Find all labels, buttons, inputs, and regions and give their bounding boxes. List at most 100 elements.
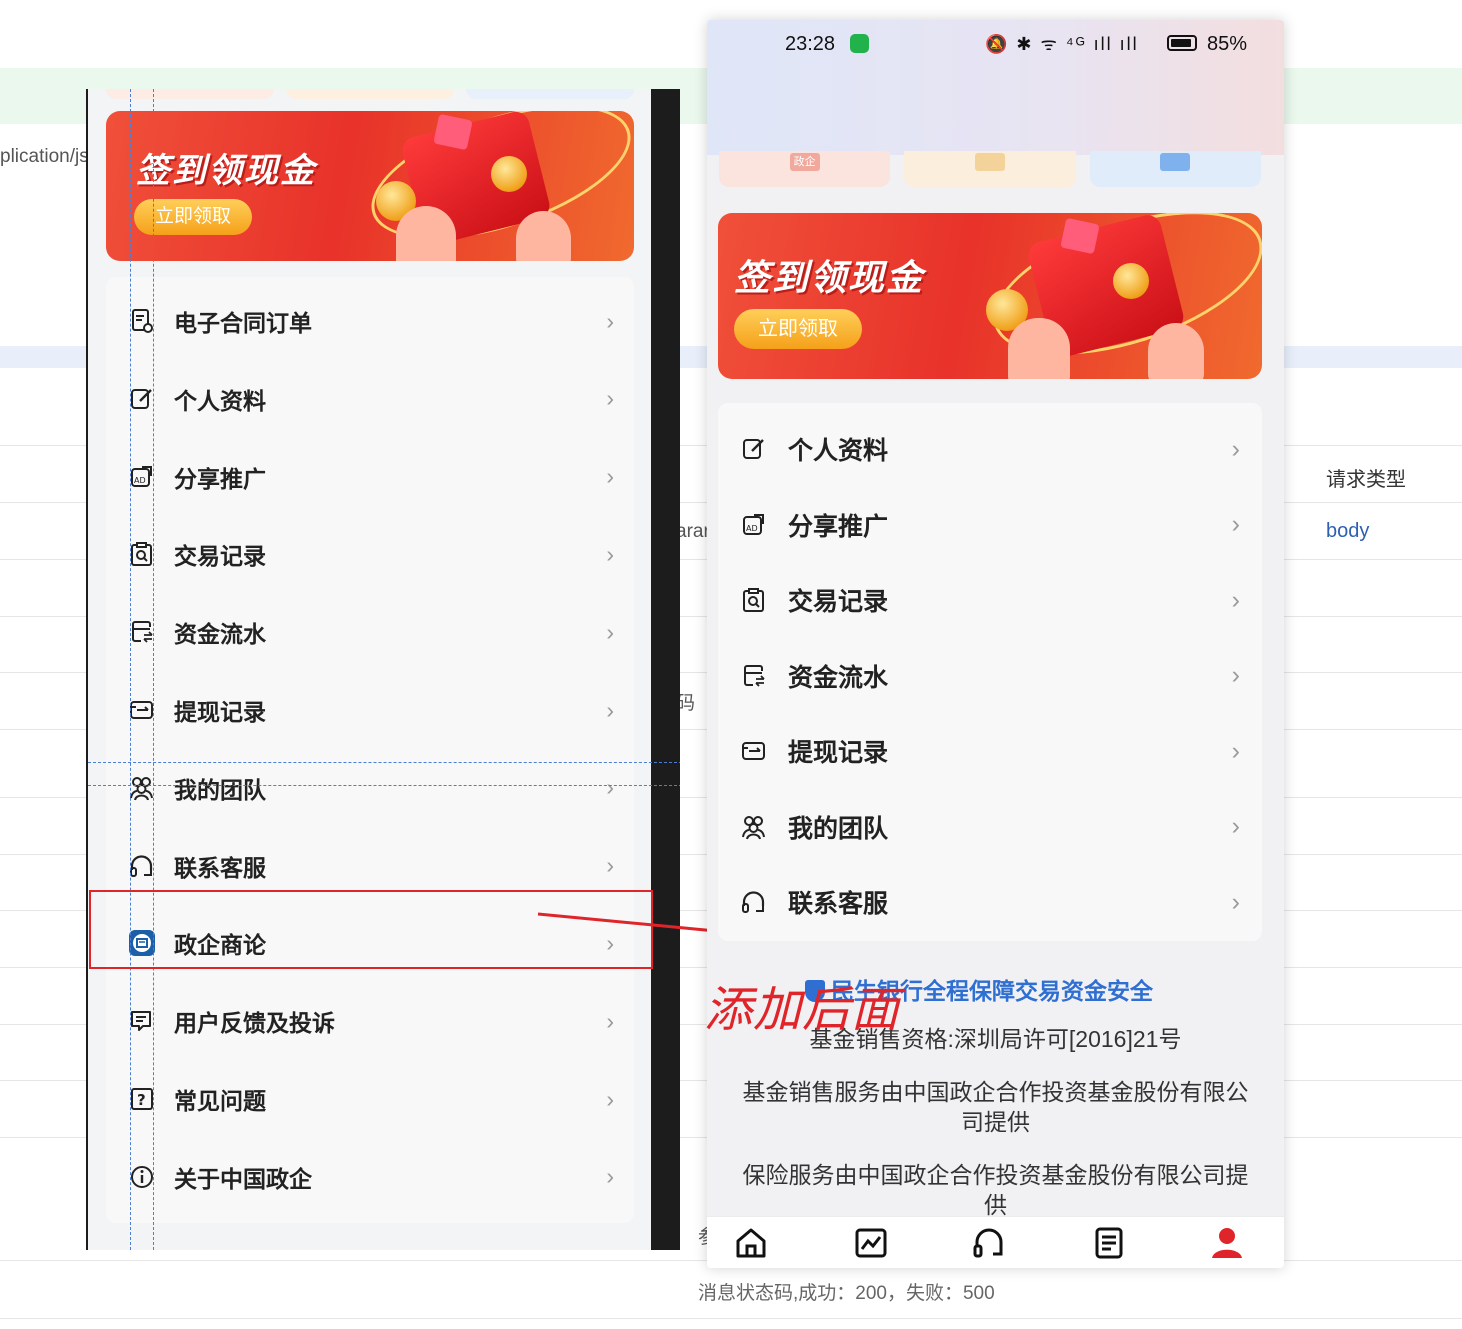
- menu-item[interactable]: 联系客服 ›: [718, 870, 1262, 934]
- menu-card: 个人资料 › AD 分享推广 › 交易记录 › 资金流水 › 提现记录 › 我的团队 › 联系客服 ›: [718, 403, 1262, 941]
- menu-item-label: 分享推广: [788, 512, 889, 541]
- menu-item-label: 我的团队: [788, 814, 889, 843]
- menu-item[interactable]: AD 分享推广 ›: [718, 493, 1262, 557]
- chevron-right-icon: ›: [1231, 510, 1240, 538]
- menu-item-label: 分享推广: [174, 465, 266, 492]
- menu-item-label: 我的团队: [174, 776, 266, 803]
- menu-item[interactable]: 关于中国政企 ›: [106, 1145, 634, 1209]
- edit-profile-icon: [740, 435, 768, 463]
- battery-percent: 85%: [1207, 33, 1248, 55]
- info-icon: [128, 1163, 156, 1191]
- team-icon: [128, 774, 156, 802]
- menu-item[interactable]: 电子合同订单 ›: [106, 289, 634, 353]
- trend-chart-icon: [1160, 153, 1191, 171]
- coin-image: [491, 156, 527, 192]
- contract-icon: [128, 307, 156, 335]
- hand-image: [516, 211, 571, 261]
- feedback-icon: [128, 1007, 156, 1035]
- request-type-header: 请求类型: [1326, 469, 1406, 491]
- chevron-right-icon: ›: [606, 1163, 614, 1190]
- wechat-icon: [850, 34, 869, 53]
- menu-item-label: 个人资料: [788, 437, 889, 465]
- shortcut-tab-trend[interactable]: [1089, 151, 1261, 187]
- question-icon: ?: [128, 1085, 156, 1113]
- checkin-banner[interactable]: 签到领现金 立即领取: [106, 111, 634, 261]
- chevron-right-icon: ›: [606, 1007, 614, 1034]
- menu-item[interactable]: AD 分享推广 ›: [106, 445, 634, 509]
- chevron-right-icon: ›: [606, 463, 614, 490]
- content-type-text: plication/js: [0, 146, 89, 167]
- gov-chip-icon: 政企: [789, 153, 820, 171]
- chevron-right-icon: ›: [1231, 812, 1240, 840]
- menu-item[interactable]: 提现记录 ›: [106, 678, 634, 742]
- fund-service-text: 基金销售服务由中国政企合作投资基金股份有限公司提供: [742, 1079, 1249, 1135]
- menu-item-label: 联系客服: [174, 854, 266, 881]
- svg-text:AD: AD: [746, 524, 758, 533]
- menu-item[interactable]: 提现记录 ›: [718, 719, 1262, 783]
- chevron-right-icon: ›: [606, 774, 614, 801]
- dark-strip: [651, 89, 680, 1250]
- bottom-tab-bar: [707, 1216, 1284, 1268]
- team-icon: [740, 813, 768, 841]
- coin-image: [1113, 263, 1149, 299]
- hand-image: [1008, 318, 1070, 379]
- insurance-text: 保险服务由中国政企合作投资基金股份有限公司提供: [742, 1162, 1249, 1218]
- menu-item-label: 个人资料: [174, 387, 266, 414]
- edit-profile-icon: [128, 385, 156, 413]
- chevron-right-icon: ›: [606, 1085, 614, 1112]
- param-text: arar: [676, 521, 710, 542]
- menu-item-label: 资金流水: [174, 621, 266, 648]
- menu-item[interactable]: ? 常见问题 ›: [106, 1067, 634, 1131]
- layout-guide-horizontal: [88, 762, 680, 763]
- layout-guide-vertical: [130, 89, 131, 1250]
- menu-item[interactable]: 个人资料 ›: [718, 417, 1262, 481]
- checkin-banner[interactable]: 签到领现金 立即领取: [718, 213, 1262, 379]
- transaction-icon: [740, 586, 768, 614]
- chevron-right-icon: ›: [606, 618, 614, 645]
- menu-item-label: 常见问题: [174, 1088, 266, 1114]
- claim-now-button[interactable]: 立即领取: [134, 199, 252, 235]
- layout-guide-horizontal: [88, 785, 680, 786]
- body-link[interactable]: body: [1326, 520, 1369, 543]
- top-shortcut-tabs: [106, 89, 634, 99]
- menu-item[interactable]: 资金流水 ›: [106, 600, 634, 664]
- menu-item[interactable]: 个人资料 ›: [106, 367, 634, 431]
- menu-item-label: 用户反馈及投诉: [174, 1010, 335, 1037]
- layout-guide-vertical: [153, 89, 154, 1250]
- menu-item[interactable]: 联系客服 ›: [106, 834, 634, 898]
- chevron-right-icon: ›: [606, 385, 614, 412]
- home-icon[interactable]: [733, 1225, 769, 1261]
- withdraw-icon: [740, 737, 768, 765]
- dev-preview-panel: 签到领现金 立即领取 电子合同订单 › 个人资料 › AD 分享推广 › 交易记录 › 资金流水 ›…: [86, 89, 680, 1250]
- hand-image: [396, 206, 456, 261]
- menu-item[interactable]: 交易记录 ›: [718, 568, 1262, 632]
- menu-item[interactable]: 我的团队 ›: [106, 756, 634, 820]
- menu-item-label: 交易记录: [174, 543, 266, 570]
- shortcut-tab-gov[interactable]: 政企: [719, 151, 891, 187]
- menu-item[interactable]: 资金流水 ›: [718, 644, 1262, 708]
- menu-item-label: 联系客服: [788, 890, 889, 918]
- table-divider: [0, 1318, 1462, 1319]
- service-icon[interactable]: [971, 1225, 1007, 1261]
- claim-now-button[interactable]: 立即领取: [734, 309, 862, 349]
- orders-icon[interactable]: [1091, 1225, 1127, 1261]
- menu-item-label: 关于中国政企: [174, 1165, 312, 1192]
- headset-icon: [128, 852, 156, 880]
- menu-item[interactable]: 用户反馈及投诉 ›: [106, 989, 634, 1053]
- battery-icon: [1167, 35, 1197, 51]
- market-icon[interactable]: [853, 1225, 889, 1261]
- growth-chart-icon: [974, 153, 1005, 171]
- menu-item-label: 提现记录: [174, 699, 266, 725]
- share-icon: AD: [128, 463, 156, 491]
- menu-item-label: 资金流水: [788, 663, 889, 692]
- menu-item[interactable]: 我的团队 ›: [718, 795, 1262, 859]
- status-code-note: 消息状态码,成功：200，失败：500: [698, 1283, 995, 1304]
- profile-icon[interactable]: [1209, 1225, 1245, 1261]
- shortcut-tab-growth[interactable]: [904, 151, 1076, 187]
- svg-text:?: ?: [137, 1091, 146, 1109]
- menu-item[interactable]: 交易记录 ›: [106, 522, 634, 586]
- chevron-right-icon: ›: [1231, 736, 1240, 765]
- top-shortcut-tabs: 政企: [719, 151, 1261, 187]
- status-time: 23:28: [785, 33, 836, 55]
- chevron-right-icon: ›: [1231, 585, 1240, 614]
